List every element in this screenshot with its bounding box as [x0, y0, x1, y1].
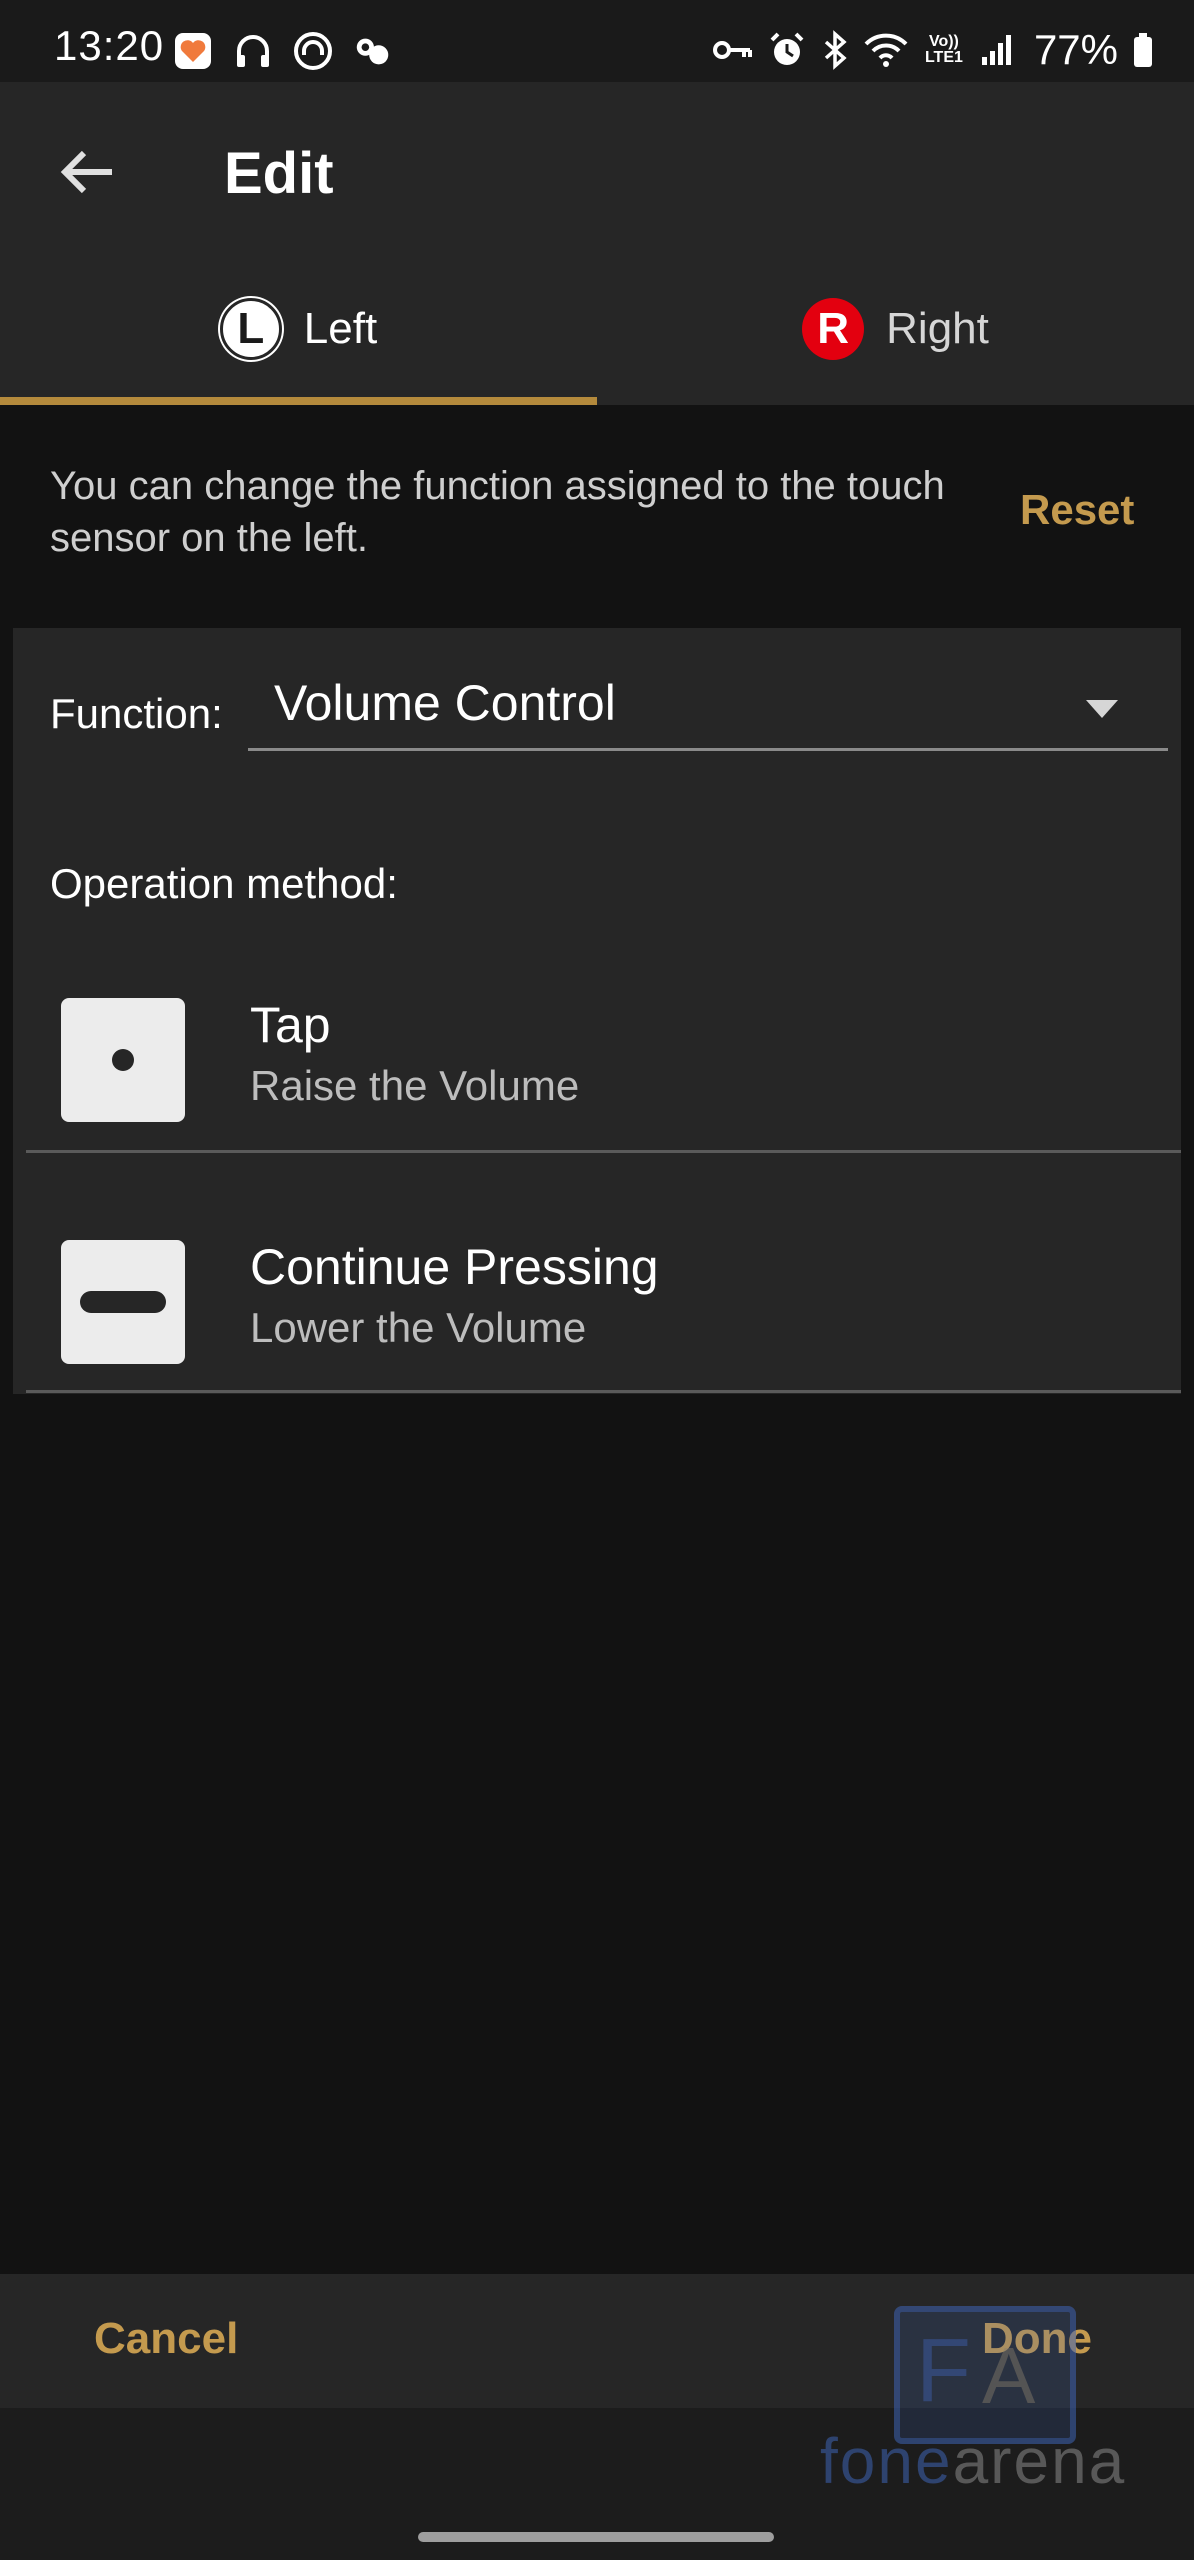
back-arrow-icon [60, 150, 112, 194]
dropdown-arrow-icon [1086, 700, 1118, 718]
operation-method-label: Operation method: [50, 860, 398, 907]
watermark-logo-a: A [982, 2331, 1036, 2420]
operation-title: Tap [250, 997, 331, 1053]
press-hold-bar-icon [61, 1240, 185, 1364]
right-badge-icon: R [802, 297, 865, 360]
bluetooth-icon [820, 30, 850, 70]
status-bar: 13:20 Vo)) LTE1 77% [0, 0, 1194, 82]
cancel-button[interactable]: Cancel [94, 2314, 238, 2364]
sony-headphones-app-icon [292, 30, 334, 72]
operation-row-continue-pressing: Continue Pressing Lower the Volume [26, 1200, 1181, 1393]
page-title: Edit [224, 141, 334, 206]
health-app-icon [172, 30, 214, 72]
watermark-logo-f: F [916, 2321, 971, 2421]
vpn-key-icon [712, 35, 754, 65]
app-bar: Edit [0, 82, 1194, 252]
fonearena-watermark: F A fonearena [820, 2306, 1180, 2498]
tab-selected-indicator [0, 397, 597, 405]
watermark-arena: arena [952, 2425, 1127, 2497]
notification-icons [172, 30, 394, 72]
tab-left-label: Left [303, 303, 378, 353]
watermark-text: fonearena [820, 2424, 1126, 2498]
function-selected-value: Volume Control [274, 675, 616, 731]
reset-button[interactable]: Reset [1020, 486, 1134, 534]
operation-subtitle: Raise the Volume [250, 1062, 580, 1109]
tab-bar: L Left R Right [0, 252, 1194, 405]
headphones-icon [232, 30, 274, 72]
description-text: You can change the function assigned to … [50, 464, 945, 560]
status-time: 13:20 [54, 22, 165, 69]
watermark-fone: fone [820, 2425, 953, 2497]
operation-row-tap: Tap Raise the Volume [26, 958, 1181, 1153]
back-button[interactable] [52, 136, 124, 208]
gesture-nav-handle[interactable] [418, 2532, 774, 2542]
sound-connect-icon [352, 30, 394, 72]
settings-card: Function: Volume Control Operation metho… [13, 628, 1181, 1394]
operation-title: Continue Pressing [250, 1239, 659, 1295]
wifi-icon [864, 32, 908, 68]
tab-right-label: Right [886, 303, 989, 353]
function-dropdown[interactable]: Volume Control [248, 670, 1168, 751]
left-badge-icon: L [219, 297, 282, 360]
tap-dot-icon [61, 998, 185, 1122]
tab-right[interactable]: R Right [597, 252, 1194, 405]
function-label: Function: [50, 690, 223, 737]
system-icons: Vo)) LTE1 77% [712, 26, 1154, 74]
tab-left[interactable]: L Left [0, 252, 597, 405]
alarm-icon [768, 31, 806, 69]
battery-percent: 77% [1033, 26, 1118, 73]
operation-subtitle: Lower the Volume [250, 1304, 587, 1351]
battery-icon [1132, 32, 1154, 68]
volte-lte-icon: Vo)) LTE1 [924, 33, 963, 66]
signal-icon [980, 33, 1014, 67]
